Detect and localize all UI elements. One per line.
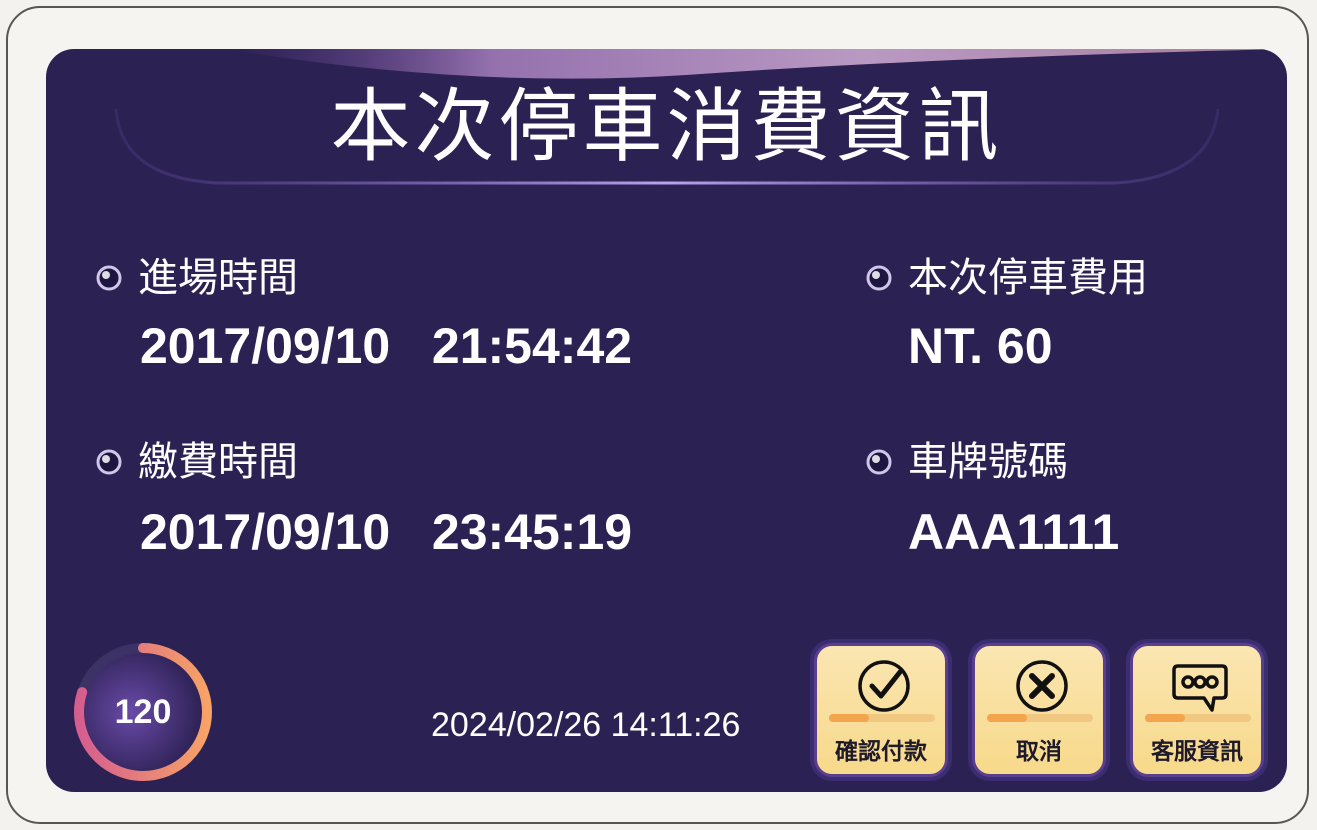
parking-fee-value: NT. 60	[908, 318, 1053, 374]
bullet-icon	[96, 265, 122, 291]
cancel-label: 取消	[1016, 739, 1062, 765]
check-circle-icon	[858, 660, 910, 712]
button-accent-bar	[987, 714, 1093, 722]
plate-number-value: AAA1111	[908, 504, 1120, 560]
bullet-icon	[96, 449, 122, 475]
bullet-icon	[866, 449, 892, 475]
parking-fee-label: 本次停車費用	[866, 254, 1148, 302]
countdown-timer-value: 120	[114, 692, 172, 731]
payment-time-value: 2017/09/10 23:45:19	[140, 504, 633, 560]
cancel-button[interactable]: 取消	[972, 643, 1106, 777]
current-datetime: 2024/02/26 14:11:26	[431, 706, 741, 744]
plate-number-label-text: 車牌號碼	[908, 439, 1068, 485]
confirm-payment-button[interactable]: 確認付款	[814, 643, 948, 777]
payment-time-label-text: 繳費時間	[138, 439, 298, 485]
confirm-payment-label: 確認付款	[835, 739, 927, 765]
entry-time-label-text: 進場時間	[138, 255, 298, 301]
parking-fee-label-text: 本次停車費用	[908, 255, 1148, 301]
entry-time-value: 2017/09/10 21:54:42	[140, 318, 633, 374]
plate-number-label: 車牌號碼	[866, 438, 1068, 486]
button-accent-bar	[829, 714, 935, 722]
kiosk-frame: 本次停車消費資訊 進場時間 2017/09/10 21:54:42 繳費時間 2…	[6, 6, 1309, 824]
customer-service-label: 客服資訊	[1151, 739, 1243, 765]
page-title: 本次停車消費資訊	[330, 80, 1003, 173]
entry-time-label: 進場時間	[96, 254, 298, 302]
customer-service-button[interactable]: 客服資訊	[1130, 643, 1264, 777]
x-circle-icon	[1016, 660, 1068, 712]
payment-screen: 本次停車消費資訊 進場時間 2017/09/10 21:54:42 繳費時間 2…	[46, 49, 1287, 792]
chat-bubble-icon	[1172, 664, 1228, 712]
button-accent-bar	[1145, 714, 1251, 722]
payment-time-label: 繳費時間	[96, 438, 298, 486]
bullet-icon	[866, 265, 892, 291]
